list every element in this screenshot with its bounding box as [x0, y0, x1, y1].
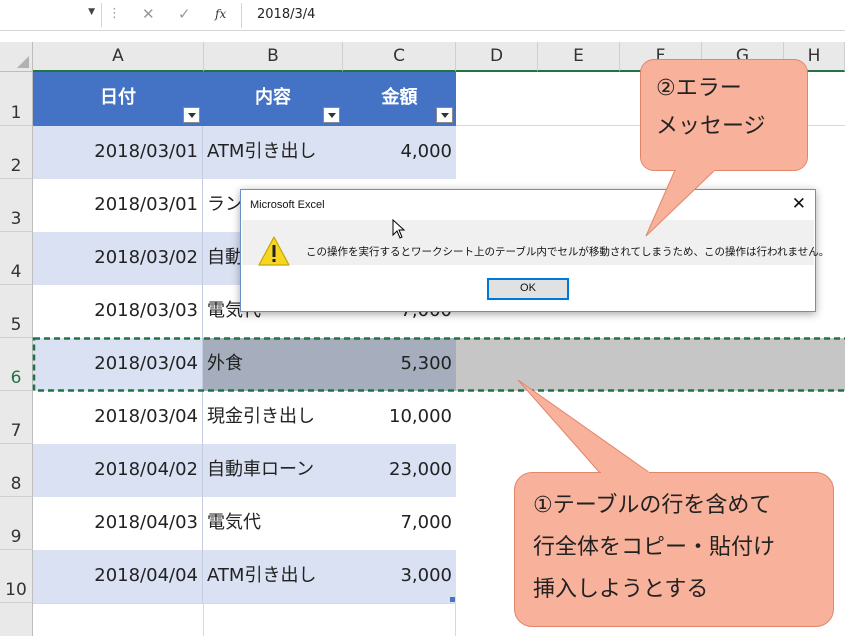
- mouse-cursor-icon: [392, 219, 406, 239]
- callout-error-seam: [676, 168, 714, 172]
